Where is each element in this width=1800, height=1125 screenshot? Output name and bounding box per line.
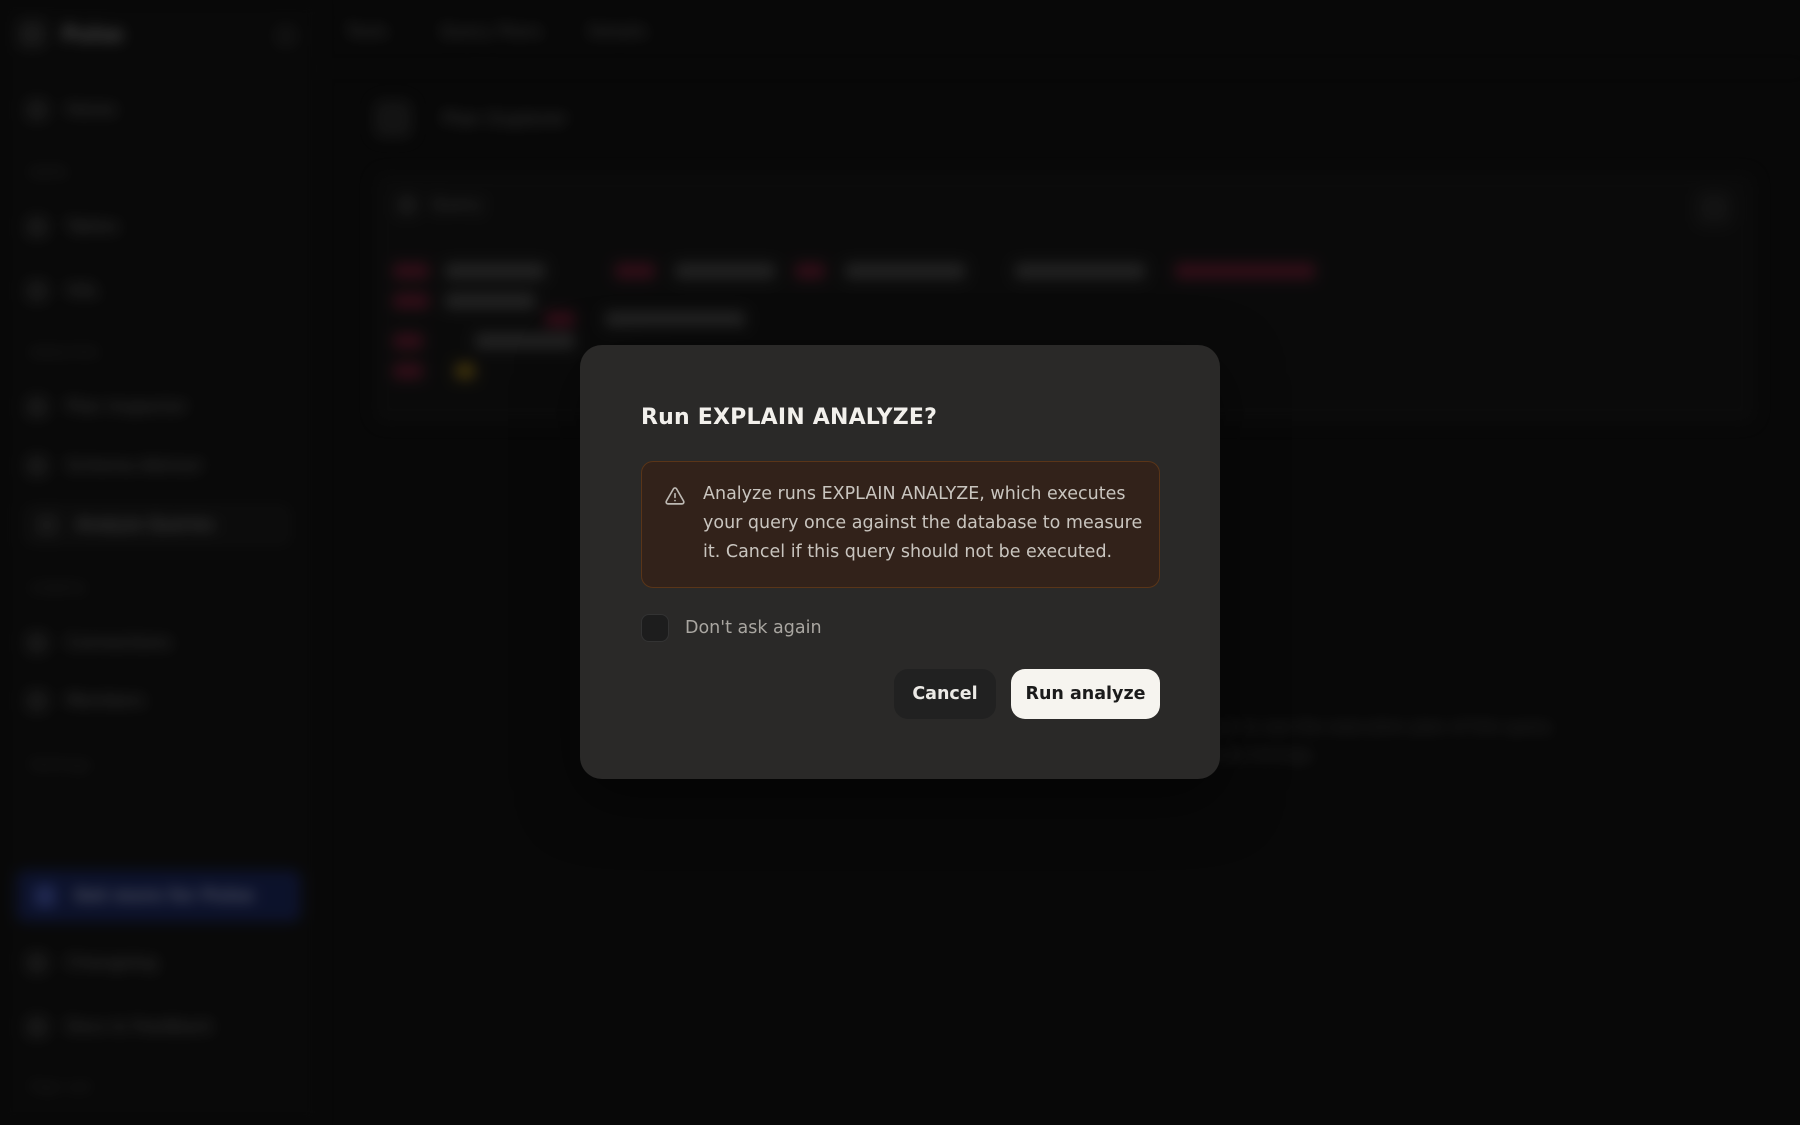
- dialog-title: Run EXPLAIN ANALYZE?: [641, 405, 938, 430]
- warning-text: Analyze runs EXPLAIN ANALYZE, which exec…: [703, 484, 1143, 562]
- dont-ask-again-label[interactable]: Don't ask again: [685, 618, 822, 638]
- warning-callout: Analyze runs EXPLAIN ANALYZE, which exec…: [641, 461, 1160, 588]
- cancel-button[interactable]: Cancel: [894, 669, 996, 719]
- dont-ask-again-row[interactable]: Don't ask again: [641, 614, 822, 642]
- explain-analyze-dialog: Run EXPLAIN ANALYZE? Analyze runs EXPLAI…: [580, 345, 1220, 779]
- alert-triangle-icon: [664, 485, 686, 507]
- run-analyze-button[interactable]: Run analyze: [1011, 669, 1160, 719]
- dont-ask-again-checkbox[interactable]: [641, 614, 669, 642]
